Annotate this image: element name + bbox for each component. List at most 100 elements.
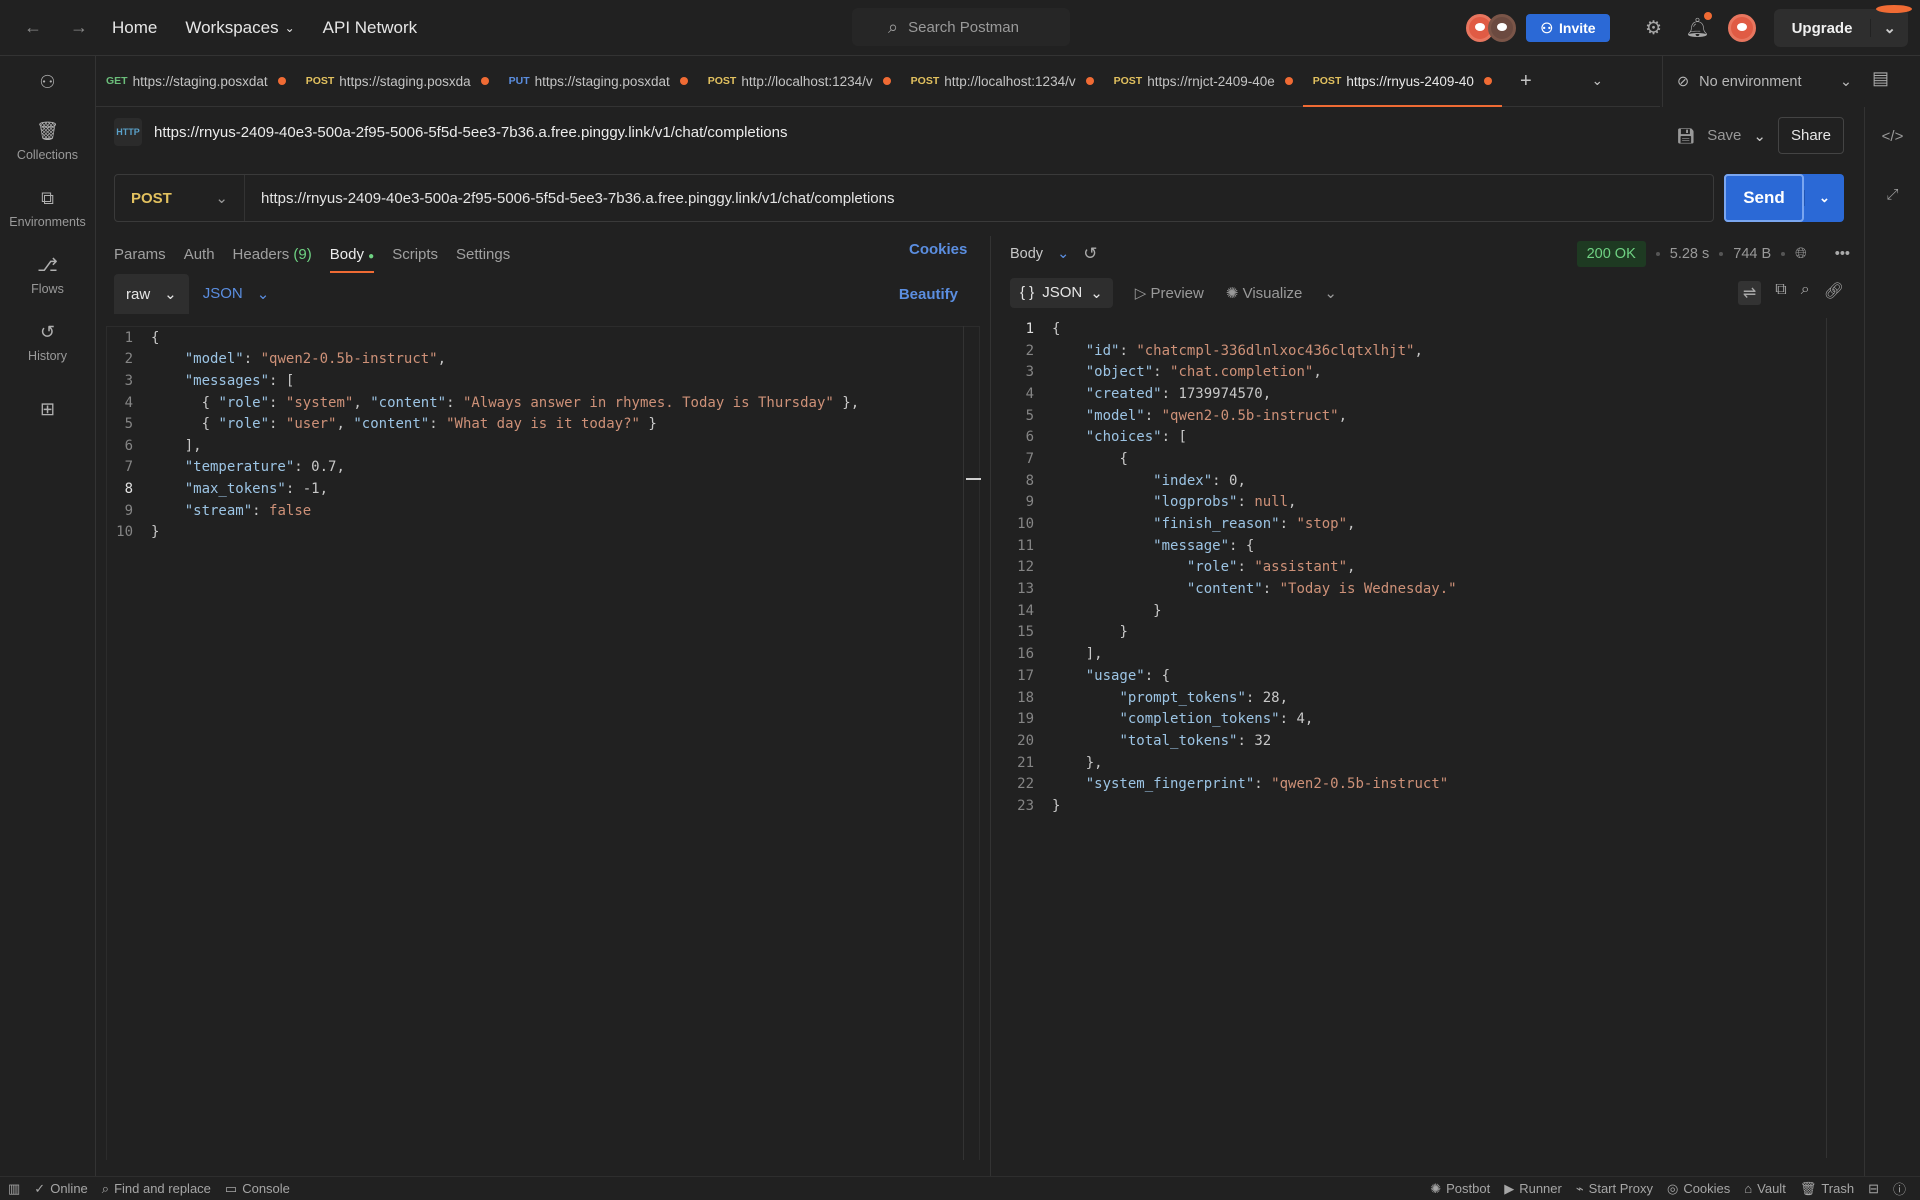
sidebar-item-environments[interactable]: ⧉ Environments: [0, 175, 95, 242]
beautify-button[interactable]: Beautify: [899, 286, 958, 303]
invite-button[interactable]: ⚇ Invite: [1526, 14, 1610, 42]
nav-workspaces[interactable]: Workspaces ⌄: [185, 18, 294, 38]
response-format-label: JSON: [1042, 284, 1083, 301]
code-text: }: [1052, 797, 1061, 814]
tab-body[interactable]: Body ●: [329, 246, 375, 273]
sidebar-item-flows[interactable]: ⎇ Flows: [0, 242, 95, 309]
trash-icon: 🗑︎: [1799, 1180, 1817, 1196]
network-info-icon[interactable]: 🌐︎: [1795, 246, 1807, 262]
request-tab[interactable]: GET https://staging.posxdat: [96, 56, 296, 107]
more-options-icon[interactable]: •••: [1835, 246, 1850, 262]
nav-home[interactable]: Home: [112, 18, 157, 38]
chevron-down-icon: ⌄: [1057, 246, 1070, 262]
visualize-button[interactable]: ✺ Visualize: [1226, 284, 1303, 302]
new-tab-button[interactable]: +: [1510, 56, 1542, 107]
toggle-sidebar-icon[interactable]: ▥: [8, 1181, 20, 1197]
search-input[interactable]: ⌕ Search Postman: [852, 8, 1070, 46]
response-view-select[interactable]: Body ⌄ ↺: [1010, 244, 1097, 264]
postbot-button[interactable]: ✺ Postbot: [1430, 1181, 1490, 1197]
editor-scrollbar[interactable]: [963, 326, 981, 1160]
save-button[interactable]: Save: [1707, 127, 1741, 144]
start-proxy-button[interactable]: ⌁ Start Proxy: [1576, 1181, 1653, 1197]
request-tab[interactable]: POST https://rnjct-2409-40e: [1104, 56, 1303, 107]
add-workbench-icon: ⊞: [39, 399, 56, 419]
find-replace-button[interactable]: ⌕ Find and replace: [102, 1181, 211, 1197]
code-icon[interactable]: </>: [1865, 107, 1920, 165]
vault-button[interactable]: ⌂ Vault: [1744, 1181, 1786, 1196]
chevron-down-icon[interactable]: ⌄: [1324, 284, 1337, 302]
settings-icon[interactable]: ⚙: [1634, 17, 1674, 40]
send-label[interactable]: Send: [1724, 174, 1804, 222]
code-line: 1{: [1010, 318, 1840, 340]
request-tab[interactable]: POST http://localhost:1234/v: [901, 56, 1104, 107]
unsaved-dot: [277, 77, 286, 85]
environment-selector[interactable]: ⊘ No environment ⌄: [1662, 56, 1864, 107]
code-line: 13 "content": "Today is Wednesday.": [1010, 578, 1840, 600]
code-line: 9 "logprobs": null,: [1010, 492, 1840, 514]
link-icon[interactable]: 🔗︎: [1824, 281, 1844, 305]
back-arrow-icon[interactable]: ←: [18, 17, 48, 38]
code-text: "usage": {: [1085, 667, 1171, 684]
request-body-editor[interactable]: 1{2 "model": "qwen2-0.5b-instruct", 3 "me…: [106, 326, 980, 1160]
sidebar-item-history[interactable]: ↺ History: [0, 309, 95, 376]
notifications-icon[interactable]: 🔔︎: [1678, 12, 1718, 40]
trash-button[interactable]: 🗑︎ Trash: [1800, 1181, 1854, 1197]
request-tab[interactable]: POST http://localhost:1234/v: [698, 56, 901, 107]
sidebar-item-team[interactable]: ⚇: [0, 56, 95, 108]
related-collections-icon[interactable]: ⤢: [1865, 165, 1920, 223]
console-button[interactable]: ▭ Console: [225, 1181, 290, 1197]
request-tab[interactable]: POST https://staging.posxda: [296, 56, 499, 107]
upgrade-button[interactable]: Upgrade ⌄: [1773, 5, 1912, 47]
sidebar: ⚇ 🗑︎ Collections ⧉ Environments ⎇ Flows ↺ Hi…: [0, 56, 96, 1176]
method-select[interactable]: POST ⌄: [115, 175, 245, 221]
tab-auth[interactable]: Auth: [184, 246, 215, 263]
tab-scripts[interactable]: Scripts: [392, 246, 438, 263]
wrap-lines-icon[interactable]: ⇌: [1737, 281, 1762, 305]
avatar[interactable]: [1488, 14, 1517, 42]
response-time[interactable]: 5.28 s: [1670, 246, 1710, 262]
tab-headers[interactable]: Headers (9): [233, 246, 312, 263]
environment-quick-look-icon[interactable]: ▤: [1872, 68, 1889, 89]
forward-arrow-icon[interactable]: →: [64, 17, 94, 38]
sidebar-item-collections[interactable]: 🗑︎ Collections: [0, 108, 95, 175]
save-options-chevron-icon[interactable]: ⌄: [1753, 127, 1766, 145]
runner-button[interactable]: ▶ Runner: [1504, 1181, 1562, 1197]
sidebar-item-add-workbench[interactable]: ⊞: [0, 376, 95, 443]
status-bar: ▥ ✓ Online ⌕ Find and replace ▭ Console ✺ Po…: [0, 1176, 1920, 1200]
send-button[interactable]: Send ⌄: [1724, 174, 1844, 222]
request-title[interactable]: https://rnyus-2409-40e3-500a-2f95-5006-5…: [154, 124, 787, 141]
response-body-viewer[interactable]: 1{2 "id": "chatcmpl-336dlnlxoc436clqtxlh…: [1010, 318, 1840, 1148]
help-icon[interactable]: ⓘ: [1893, 1179, 1906, 1198]
layout-toggle-icon[interactable]: ⊟: [1868, 1181, 1879, 1197]
share-button[interactable]: Share: [1777, 117, 1844, 154]
response-header: Body ⌄ ↺ 200 OK 5.28 s 744 B 🌐︎ •••: [1010, 236, 1850, 272]
avatar[interactable]: [1727, 14, 1756, 42]
nav-api-network[interactable]: API Network: [323, 18, 417, 38]
body-mode-select[interactable]: raw ⌄: [114, 274, 189, 314]
status-online[interactable]: ✓ Online: [34, 1181, 87, 1197]
line-number: 16: [1017, 646, 1034, 663]
url-input[interactable]: https://rnyus-2409-40e3-500a-2f95-5006-5…: [245, 190, 894, 207]
cookies-button[interactable]: ◎ Cookies: [1667, 1181, 1730, 1197]
chevron-down-icon[interactable]: ⌄: [1870, 19, 1908, 37]
response-scrollbar[interactable]: [1826, 318, 1827, 1158]
copy-icon[interactable]: ⧉: [1775, 281, 1786, 305]
tab-params[interactable]: Params: [114, 246, 166, 263]
body-language-select[interactable]: JSON ⌄: [203, 285, 270, 303]
status-badge[interactable]: 200 OK: [1576, 241, 1646, 267]
tab-settings[interactable]: Settings: [456, 246, 510, 263]
unsaved-dot: [882, 77, 891, 85]
search-icon[interactable]: ⌕: [1801, 281, 1810, 305]
request-tab[interactable]: PUT https://staging.posxdat: [499, 56, 698, 107]
cookies-link[interactable]: Cookies: [909, 241, 967, 258]
response-size[interactable]: 744 B: [1733, 246, 1771, 262]
tabs-overflow-chevron-icon[interactable]: ⌄: [1582, 56, 1613, 107]
pane-divider[interactable]: [990, 236, 991, 1176]
response-format-select[interactable]: { } JSON ⌄: [1010, 278, 1113, 308]
send-options-chevron-icon[interactable]: ⌄: [1804, 190, 1844, 206]
preview-button[interactable]: ▷ Preview: [1135, 284, 1204, 302]
history-icon[interactable]: ↺: [1083, 244, 1097, 264]
code-text: "temperature": 0.7,: [184, 459, 345, 476]
request-tab[interactable]: POST https://rnyus-2409-40: [1302, 56, 1503, 107]
scroll-position-marker[interactable]: [966, 478, 981, 480]
